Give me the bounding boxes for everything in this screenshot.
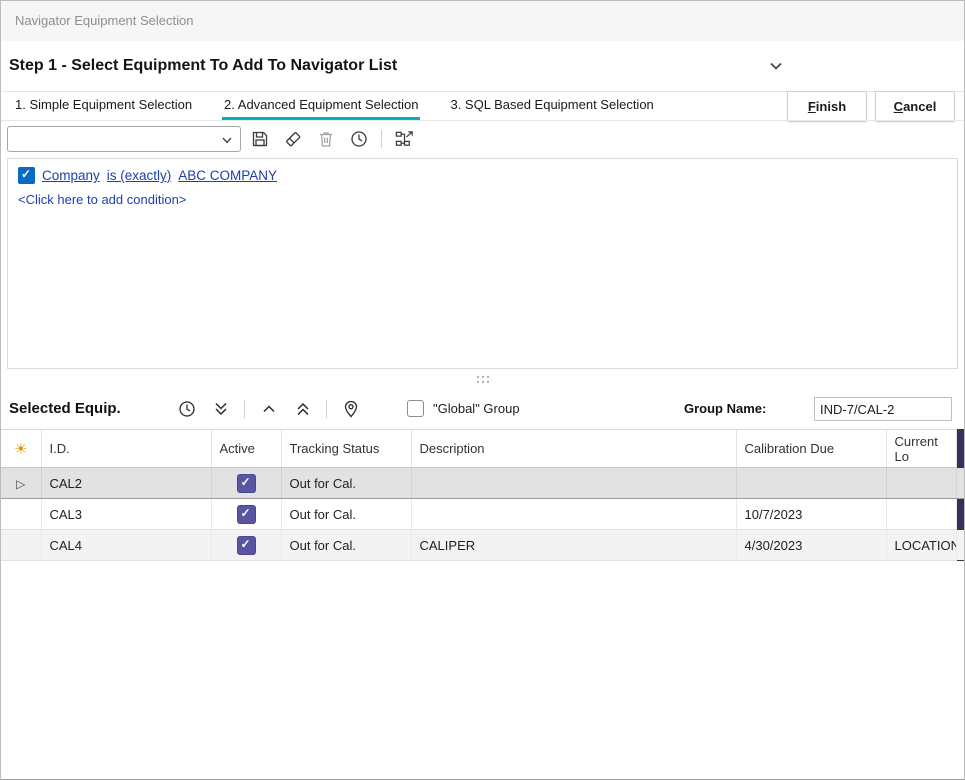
grid-right-strip xyxy=(956,468,965,499)
step-header: Step 1 - Select Equipment To Add To Navi… xyxy=(1,41,964,92)
cell-calibration-due: 10/7/2023 xyxy=(736,499,886,530)
save-icon[interactable] xyxy=(249,129,270,150)
title-bar: Navigator Equipment Selection xyxy=(1,1,964,41)
cell-tracking-status: Out for Cal. xyxy=(281,468,411,499)
condition-builder: Company is (exactly) ABC COMPANY <Click … xyxy=(7,158,958,369)
column-header-tracking-status[interactable]: Tracking Status xyxy=(281,430,411,468)
column-header-current-location[interactable]: Current Lo xyxy=(886,430,956,468)
grid-right-strip xyxy=(956,530,965,561)
filter-toolbar xyxy=(1,122,964,156)
cell-active xyxy=(211,468,281,499)
cell-current-location xyxy=(886,468,956,499)
clock-icon[interactable] xyxy=(348,129,369,150)
chevron-down-icon xyxy=(220,133,234,147)
condition-row: Company is (exactly) ABC COMPANY xyxy=(18,167,947,184)
section-title: Selected Equip. xyxy=(9,389,121,429)
clock-icon[interactable] xyxy=(176,399,197,420)
page-title: Step 1 - Select Equipment To Add To Navi… xyxy=(9,41,397,91)
condition-operator-link[interactable]: is (exactly) xyxy=(107,168,172,183)
active-checkbox[interactable] xyxy=(237,536,256,555)
eraser-icon[interactable] xyxy=(282,129,303,150)
trash-icon[interactable] xyxy=(315,129,336,150)
condition-field-link[interactable]: Company xyxy=(42,168,100,183)
table-row[interactable]: CAL3 Out for Cal. 10/7/2023 xyxy=(1,499,965,530)
selected-equipment-table: ☀ I.D. Active Tracking Status Descriptio… xyxy=(1,429,965,561)
grid-right-strip xyxy=(956,499,965,530)
cell-tracking-status: Out for Cal. xyxy=(281,499,411,530)
selected-equipment-section-bar: Selected Equip. xyxy=(1,389,964,429)
cell-calibration-due xyxy=(736,468,886,499)
global-group-label: "Global" Group xyxy=(433,389,520,429)
cell-description: CALIPER xyxy=(411,530,736,561)
cell-id: CAL3 xyxy=(41,499,211,530)
active-checkbox[interactable] xyxy=(237,474,256,493)
group-name-input[interactable] xyxy=(814,397,952,421)
cell-current-location: LOCATION xyxy=(886,530,956,561)
cell-id: CAL2 xyxy=(41,468,211,499)
tab-sql-based-equipment-selection[interactable]: 3. SQL Based Equipment Selection xyxy=(448,91,655,120)
row-indicator[interactable] xyxy=(1,530,41,561)
table-row[interactable]: CAL4 Out for Cal. CALIPER 4/30/2023 LOCA… xyxy=(1,530,965,561)
splitter-grip-icon xyxy=(475,376,491,383)
selection-mode-tabs: 1. Simple Equipment Selection 2. Advance… xyxy=(1,91,964,121)
tab-advanced-equipment-selection[interactable]: 2. Advanced Equipment Selection xyxy=(222,91,420,120)
section-separator xyxy=(244,400,245,418)
toolbar-separator xyxy=(381,130,382,148)
navigator-equipment-selection-window: Navigator Equipment Selection Step 1 - S… xyxy=(0,0,965,780)
cell-active xyxy=(211,530,281,561)
hierarchy-icon[interactable] xyxy=(394,129,415,150)
column-header-id[interactable]: I.D. xyxy=(41,430,211,468)
grid-right-strip xyxy=(956,430,965,468)
location-pin-icon[interactable] xyxy=(340,399,361,420)
tab-simple-equipment-selection[interactable]: 1. Simple Equipment Selection xyxy=(13,91,194,120)
table-header-row: ☀ I.D. Active Tracking Status Descriptio… xyxy=(1,430,965,468)
cell-description xyxy=(411,468,736,499)
cell-active xyxy=(211,499,281,530)
saved-filter-dropdown[interactable] xyxy=(7,126,241,152)
pane-splitter[interactable] xyxy=(1,373,964,385)
double-chevron-down-icon[interactable] xyxy=(210,399,231,420)
cell-current-location xyxy=(886,499,956,530)
row-indicator[interactable] xyxy=(1,499,41,530)
group-name-label: Group Name: xyxy=(684,389,766,429)
cell-description xyxy=(411,499,736,530)
active-checkbox[interactable] xyxy=(237,505,256,524)
chevron-up-icon[interactable] xyxy=(258,399,279,420)
double-chevron-up-icon[interactable] xyxy=(292,399,313,420)
chevron-down-icon[interactable] xyxy=(767,57,785,75)
add-condition-link[interactable]: <Click here to add condition> xyxy=(18,192,947,207)
window-title: Navigator Equipment Selection xyxy=(15,1,194,41)
cell-id: CAL4 xyxy=(41,530,211,561)
column-header-description[interactable]: Description xyxy=(411,430,736,468)
sun-icon: ☀ xyxy=(14,440,27,458)
row-indicator[interactable]: ▷ xyxy=(1,468,41,499)
cell-tracking-status: Out for Cal. xyxy=(281,530,411,561)
global-group-checkbox[interactable] xyxy=(407,400,424,417)
column-header-active[interactable]: Active xyxy=(211,430,281,468)
section-separator xyxy=(326,400,327,418)
row-pointer-icon: ▷ xyxy=(16,477,25,491)
column-header-calibration-due[interactable]: Calibration Due xyxy=(736,430,886,468)
table-row[interactable]: ▷ CAL2 Out for Cal. xyxy=(1,468,965,499)
grid-options-button[interactable]: ☀ xyxy=(1,430,41,468)
cell-calibration-due: 4/30/2023 xyxy=(736,530,886,561)
condition-value-link[interactable]: ABC COMPANY xyxy=(178,168,277,183)
condition-checkbox[interactable] xyxy=(18,167,35,184)
